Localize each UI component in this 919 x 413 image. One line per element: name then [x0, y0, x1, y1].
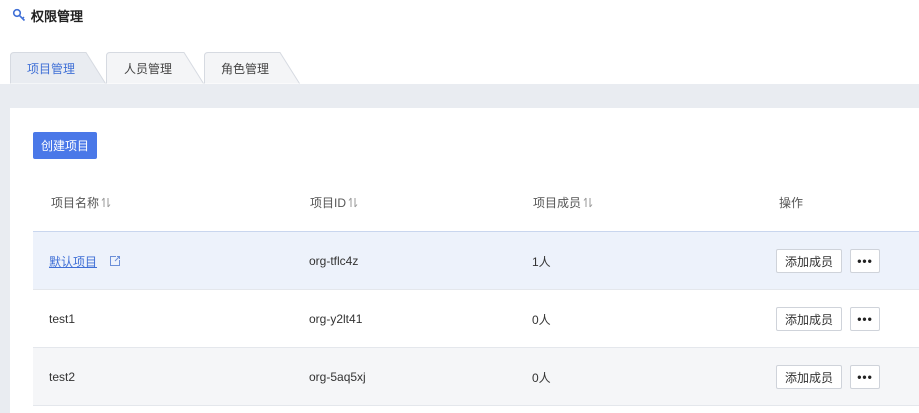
table-bottom-divider — [33, 405, 919, 406]
column-header-actions: 操作 — [779, 196, 804, 210]
sort-icon[interactable] — [101, 197, 111, 208]
add-member-button[interactable]: 添加成员 — [776, 365, 842, 389]
add-member-button[interactable]: 添加成员 — [776, 249, 842, 273]
external-link-icon[interactable] — [109, 255, 121, 267]
column-header-members[interactable]: 项目成员 — [533, 194, 593, 211]
create-project-button[interactable]: 创建项目 — [33, 132, 97, 159]
key-icon — [11, 7, 27, 23]
tab-role-management[interactable]: 角色管理 — [204, 52, 300, 84]
page-title: 权限管理 — [31, 8, 84, 24]
table-header: 项目名称 项目ID 项目成员 操作 — [33, 186, 919, 216]
project-name-cell: 默认项目 — [49, 232, 121, 290]
project-members-cell: 0人 — [532, 312, 551, 327]
project-name-cell: test2 — [49, 370, 76, 384]
project-id-cell: org-5aq5xj — [309, 370, 366, 384]
tab-people-management[interactable]: 人员管理 — [106, 52, 204, 84]
tab-label: 角色管理 — [220, 61, 269, 76]
tab-label: 人员管理 — [123, 61, 172, 76]
sort-icon[interactable] — [348, 197, 358, 208]
project-id-cell: org-y2lt41 — [309, 312, 363, 326]
page-header: 权限管理 — [11, 6, 83, 24]
add-member-button[interactable]: 添加成员 — [776, 307, 842, 331]
project-members-cell: 0人 — [532, 370, 551, 385]
tab-project-management[interactable]: 项目管理 — [10, 52, 106, 84]
actions-cell: 添加成员 ••• — [776, 232, 880, 290]
tab-label: 项目管理 — [26, 61, 75, 76]
table-row[interactable]: test2 org-5aq5xj 0人 添加成员 ••• — [33, 347, 919, 405]
project-id-cell: org-tflc4z — [309, 254, 359, 268]
more-actions-button[interactable]: ••• — [850, 365, 880, 389]
more-actions-button[interactable]: ••• — [850, 307, 880, 331]
tab-bar: 项目管理 人员管理 角色管理 — [10, 50, 919, 84]
column-header-id[interactable]: 项目ID — [310, 194, 358, 211]
column-header-name[interactable]: 项目名称 — [51, 194, 111, 211]
project-members-cell: 1人 — [532, 254, 551, 269]
actions-cell: 添加成员 ••• — [776, 348, 880, 406]
actions-cell: 添加成员 ••• — [776, 290, 880, 348]
more-actions-button[interactable]: ••• — [850, 249, 880, 273]
project-name-link[interactable]: 默认项目 — [49, 253, 97, 270]
table-row[interactable]: test1 org-y2lt41 0人 添加成员 ••• — [33, 289, 919, 347]
sort-icon[interactable] — [583, 197, 593, 208]
project-name-cell: test1 — [49, 312, 76, 326]
table-row[interactable]: 默认项目 org-tflc4z 1人 添加成员 ••• — [33, 231, 919, 289]
